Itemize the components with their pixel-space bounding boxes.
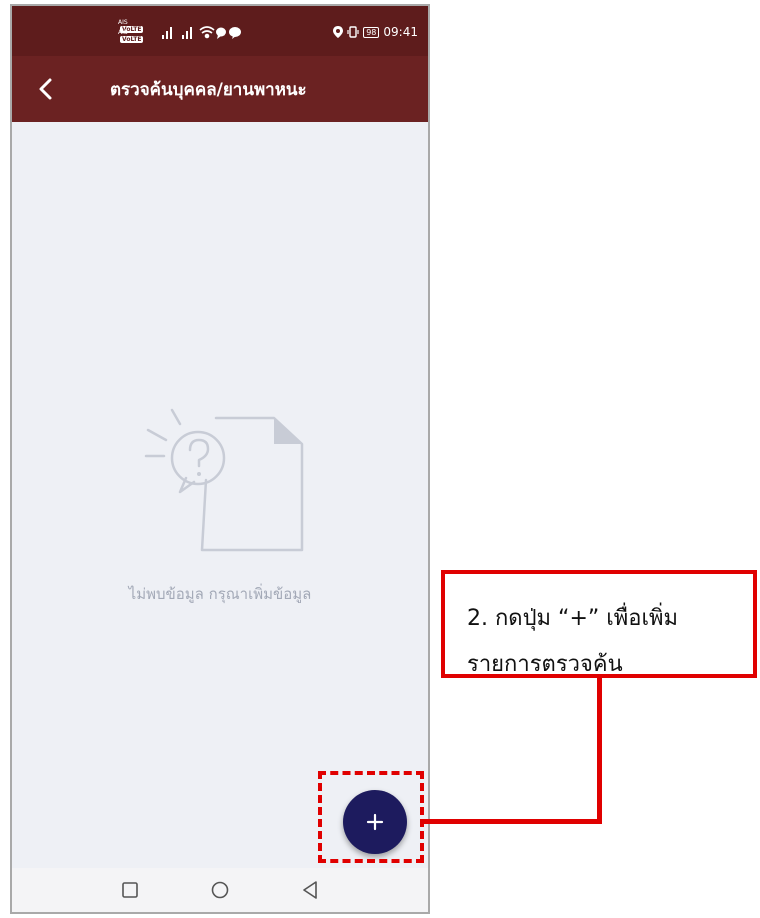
battery-icon: 98	[363, 26, 380, 38]
signal-icon	[182, 27, 192, 39]
wifi-icon	[199, 26, 215, 39]
empty-message: ไม่พบข้อมูล กรุณาเพิ่มข้อมูล	[128, 585, 312, 603]
app-bar: ตรวจค้นบุคคล/ยานพาหนะ	[12, 56, 428, 122]
signal-icons	[162, 26, 241, 39]
callout-line-1: 2. กดปุ่ม “+” เพื่อเพิ่ม	[467, 606, 679, 631]
carrier-top-label: AIS	[118, 19, 128, 26]
callout-connector-horizontal	[424, 819, 602, 824]
callout-line-2: รายการตรวจค้น	[467, 652, 623, 677]
chat-icon	[216, 27, 226, 39]
line-icon	[229, 27, 241, 39]
signal-icon	[162, 27, 172, 39]
volte-badge: VoLTE	[120, 36, 144, 43]
highlight-dashed-box	[318, 771, 424, 863]
vibrate-icon	[347, 26, 359, 38]
page-title: ตรวจค้นบุคคล/ยานพาหนะ	[110, 80, 307, 100]
system-nav-bar	[12, 868, 428, 912]
document-question-icon	[144, 408, 304, 552]
chevron-left-icon[interactable]	[30, 72, 64, 106]
clock: 09:41	[383, 25, 418, 39]
instruction-callout: 2. กดปุ่ม “+” เพื่อเพิ่ม รายการตรวจค้น	[441, 570, 757, 678]
empty-state-area: ไม่พบข้อมูล กรุณาเพิ่มข้อมูล	[12, 122, 428, 870]
callout-connector-vertical	[597, 678, 602, 824]
location-icon	[333, 26, 344, 38]
carrier-bottom: AISVoLTE	[118, 29, 144, 43]
status-right: 98 09:41	[333, 25, 418, 39]
back-triangle-icon[interactable]	[298, 878, 322, 902]
home-icon[interactable]	[208, 878, 232, 902]
recent-apps-icon[interactable]	[118, 878, 142, 902]
status-bar: AISVoLTE AISVoLTE 98 09:41	[12, 6, 428, 56]
carrier-bottom-label: AIS	[118, 29, 128, 36]
